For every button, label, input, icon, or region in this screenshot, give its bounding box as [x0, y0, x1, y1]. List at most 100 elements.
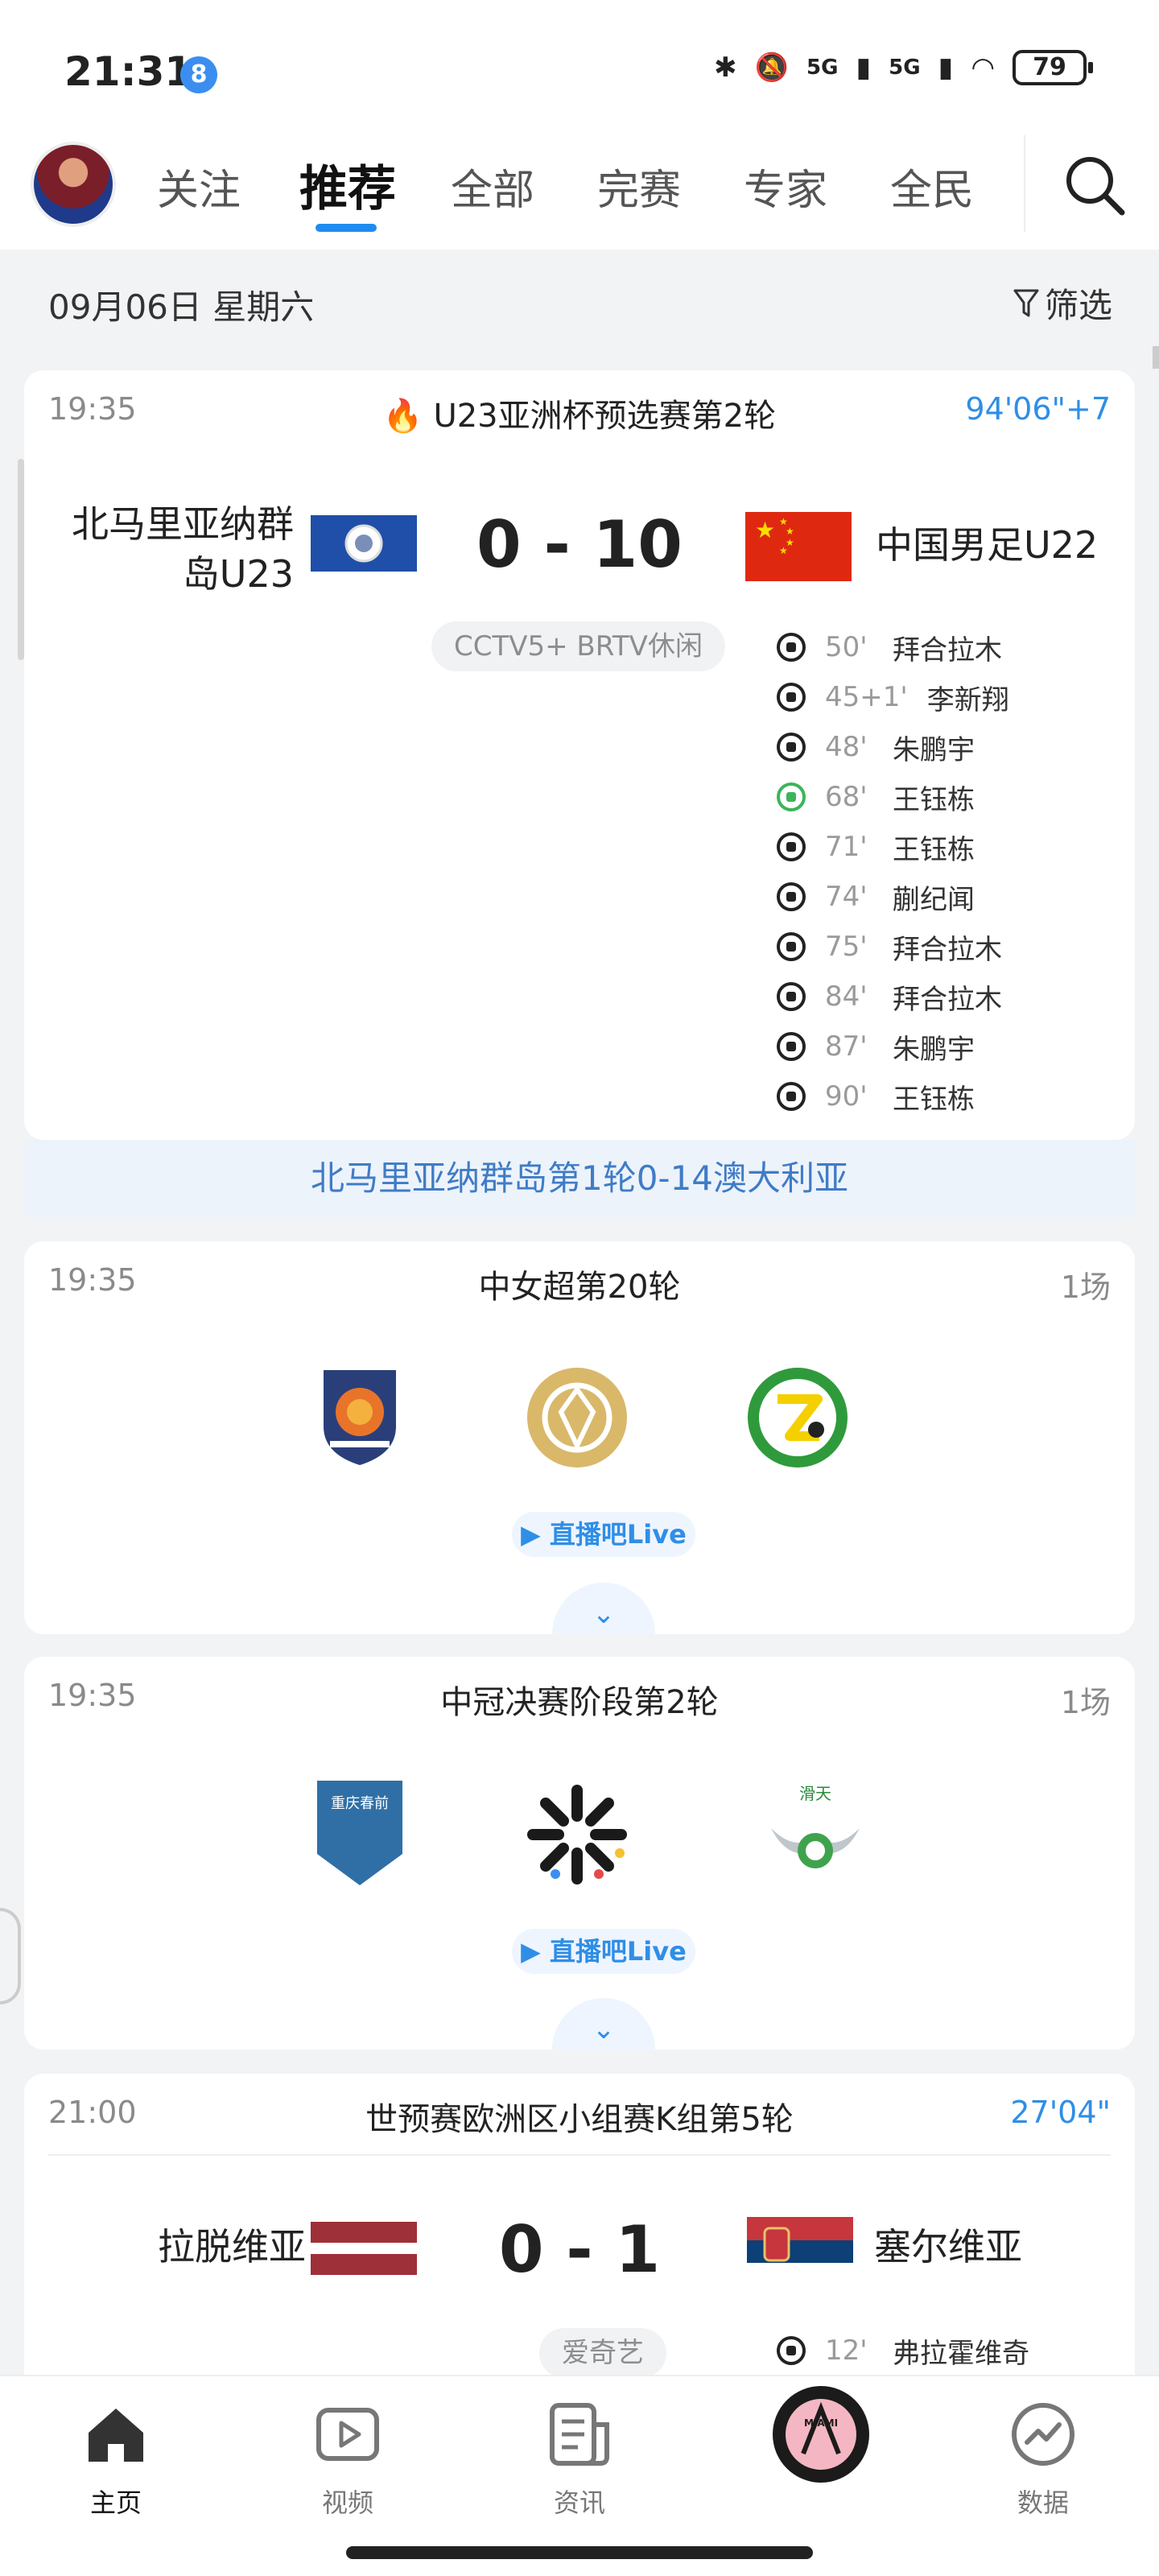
side-drawer-handle[interactable]	[0, 1908, 21, 2004]
goal-event: 90' 王钰栋	[777, 1074, 975, 1119]
live-stream-button[interactable]: ▶ 直播吧Live	[512, 1929, 695, 1974]
chevron-down-icon: ⌄	[592, 2013, 616, 2046]
bottom-nav-label: 数据	[1017, 2487, 1069, 2518]
match-count: 1场	[1060, 1269, 1111, 1305]
team-badge-icon	[748, 1368, 848, 1468]
active-tab-indicator	[316, 224, 377, 232]
tab-follow[interactable]: 关注	[157, 156, 241, 217]
match-card-u23[interactable]: 19:35 🔥 U23亚洲杯预选赛第2轮 94'06"+7 北马里亚纳群 岛U2…	[24, 370, 1135, 1140]
bottom-nav-data[interactable]: 数据	[979, 2401, 1107, 2520]
own-goal-ball-icon	[777, 782, 806, 811]
home-icon	[89, 2409, 143, 2462]
goal-scorer: 王钰栋	[893, 783, 975, 816]
nav-divider	[1024, 135, 1025, 232]
expand-button[interactable]: ⌄	[552, 1583, 655, 1634]
scroll-indicator	[18, 459, 24, 660]
bottom-nav-home[interactable]: 主页	[52, 2401, 180, 2520]
goal-event: 74' 蒯纪闻	[777, 874, 975, 919]
bottom-nav-club-badge[interactable]: MIAMI	[757, 2384, 885, 2487]
football-icon	[777, 683, 806, 712]
status-icons: ✱ 🔕 5G ▮ 5G ▮ ◠ 79	[714, 50, 1093, 85]
play-icon: ▶	[521, 1519, 550, 1550]
goal-minute: 45+1'	[825, 681, 908, 713]
filter-button[interactable]: 筛选	[1013, 279, 1112, 328]
goal-minute: 87'	[825, 1030, 868, 1063]
wifi-icon: ◠	[971, 52, 995, 84]
filter-icon	[1013, 289, 1039, 316]
league-logo-icon	[527, 1785, 627, 1885]
goal-scorer: 李新翔	[926, 683, 1009, 716]
goal-scorer: 蒯纪闻	[893, 883, 975, 916]
tab-finished[interactable]: 完赛	[597, 156, 681, 217]
app-notification-badge: 8	[180, 56, 217, 93]
goal-scorer: 朱鹏宇	[893, 1033, 975, 1066]
live-stream-button[interactable]: ▶ 直播吧Live	[512, 1512, 695, 1557]
league-name: 世预赛欧洲区小组赛K组第5轮	[365, 2101, 794, 2138]
svg-text:★: ★	[779, 545, 788, 556]
head-to-head-note[interactable]: 北马里亚纳群岛第1轮0-14澳大利亚	[24, 1140, 1135, 1217]
bottom-nav-video[interactable]: 视频	[283, 2401, 412, 2520]
scrollbar-thumb[interactable]	[1153, 346, 1159, 369]
system-home-indicator[interactable]	[346, 2546, 813, 2559]
tab-community[interactable]: 全民	[890, 156, 974, 217]
league-name: 中冠决赛阶段第2轮	[440, 1684, 719, 1721]
league-name: U23亚洲杯预选赛第2轮	[433, 398, 777, 435]
battery-icon: 79	[1013, 50, 1093, 85]
club-badge-icon: MIAMI	[773, 2386, 869, 2483]
tv-channels[interactable]: CCTV5+ BRTV休闲	[431, 621, 725, 671]
tv-channels[interactable]: 爱奇艺	[539, 2328, 666, 2378]
goal-event: 45+1' 李新翔	[777, 675, 1009, 720]
news-icon	[550, 2403, 609, 2466]
match-card-champions-league[interactable]: 19:35 中冠决赛阶段第2轮 1场 重庆春前 滑天 ▶ 直播吧Live ⌄	[24, 1657, 1135, 2050]
bluetooth-icon: ✱	[714, 52, 737, 84]
status-bar: 21:31 8 ✱ 🔕 5G ▮ 5G ▮ ◠ 79	[0, 0, 1159, 121]
bottom-nav-label: 资讯	[553, 2487, 605, 2518]
bottom-nav-news[interactable]: 资讯	[515, 2401, 644, 2520]
top-nav: 关注 推荐 全部 完赛 专家 全民	[0, 121, 1159, 250]
tab-experts[interactable]: 专家	[744, 156, 827, 217]
video-icon	[316, 2408, 379, 2461]
serbia-flag-icon	[747, 2217, 853, 2286]
filter-label: 筛选	[1044, 286, 1112, 325]
goal-minute: 90'	[825, 1080, 868, 1113]
bottom-nav-label: 视频	[321, 2487, 373, 2518]
wings-icon	[771, 1828, 860, 1868]
goal-minute: 48'	[825, 731, 868, 763]
goal-event: 12' 弗拉霍维奇	[777, 2328, 1029, 2373]
goal-minute: 75'	[825, 931, 868, 963]
goal-scorer: 拜合拉木	[893, 983, 1002, 1016]
goal-minute: 84'	[825, 980, 868, 1013]
match-clock: 27'04"	[1010, 2095, 1111, 2130]
user-avatar[interactable]	[31, 142, 116, 227]
away-team-name[interactable]: 中国男足U22	[876, 520, 1098, 570]
away-team-name[interactable]: 塞尔维亚	[874, 2222, 1022, 2272]
tab-all[interactable]: 全部	[451, 156, 534, 217]
goal-scorer: 拜合拉木	[893, 634, 1002, 667]
goal-event: 75' 拜合拉木	[777, 924, 1002, 969]
goal-event: 84' 拜合拉木	[777, 974, 1002, 1019]
team-crest-icon: 重庆春前	[317, 1781, 402, 1885]
crest-text: 重庆春前	[331, 1795, 389, 1812]
expand-button[interactable]: ⌄	[552, 1998, 655, 2050]
league-name: 中女超第20轮	[478, 1269, 681, 1306]
live-stream-label: 直播吧Live	[549, 1936, 687, 1967]
match-card-wc-qualifier[interactable]: 21:00 世预赛欧洲区小组赛K组第5轮 27'04" 拉脱维亚 0 - 1 塞…	[24, 2074, 1135, 2412]
goal-minute: 50'	[825, 631, 868, 663]
football-icon	[777, 733, 806, 762]
svg-text:★: ★	[786, 526, 794, 537]
match-count: 1场	[1060, 1685, 1111, 1720]
football-icon	[777, 1082, 806, 1111]
goal-scorer: 王钰栋	[893, 1083, 975, 1116]
football-icon	[777, 1032, 806, 1061]
goal-event: 50' 拜合拉木	[777, 625, 1002, 670]
stats-icon	[1012, 2403, 1074, 2466]
football-icon	[777, 932, 806, 961]
tab-recommend[interactable]: 推荐	[299, 150, 396, 220]
mute-icon: 🔕	[754, 52, 790, 84]
team-crest-icon	[324, 1370, 396, 1465]
search-icon[interactable]	[1062, 153, 1127, 217]
match-card-women-super-league[interactable]: 19:35 中女超第20轮 1场 ▶ 直播吧Live ⌄	[24, 1241, 1135, 1634]
goal-event: 48' 朱鹏宇	[777, 724, 975, 770]
goal-minute: 74'	[825, 881, 868, 913]
football-icon	[777, 633, 806, 662]
